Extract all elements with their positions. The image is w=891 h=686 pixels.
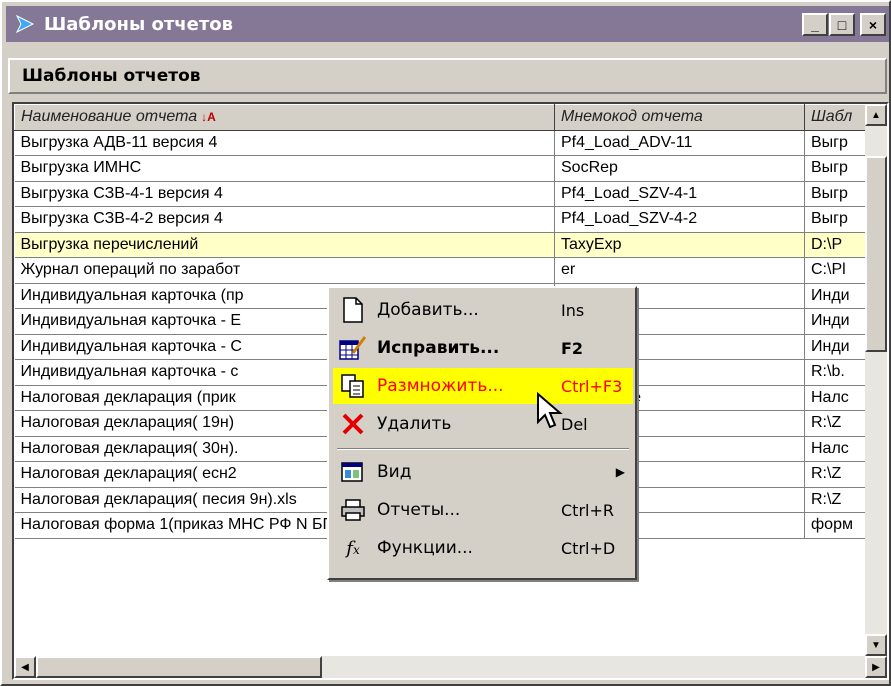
maximize-icon: □	[837, 16, 847, 33]
close-button[interactable]: ×	[860, 13, 886, 36]
copy-icon	[335, 370, 371, 402]
menu-item-duplicate[interactable]: Размножить... Ctrl+F3	[333, 368, 633, 404]
scroll-up-button[interactable]: ▲	[865, 104, 887, 126]
menu-item-reports-shortcut: Ctrl+R	[561, 500, 614, 520]
sort-az-icon[interactable]: ↓A	[201, 110, 216, 124]
cell-mnemocode[interactable]: Pf4_Load_SZV-4-1	[554, 181, 805, 207]
scroll-left-icon: ◀	[21, 661, 29, 673]
table-row[interactable]: Выгрузка АДВ-11 версия 4 Pf4_Load_ADV-11 В…	[14, 130, 887, 156]
scroll-down-icon: ▼	[871, 639, 881, 651]
vertical-scrollbar[interactable]: ▲ ▼	[865, 104, 887, 656]
cell-mnemocode[interactable]: TaxyExp	[554, 232, 805, 258]
minimize-icon: _	[811, 16, 819, 33]
column-header-name[interactable]: Наименование отчета ↓A	[14, 104, 555, 131]
menu-item-reports-label: Отчеты...	[377, 500, 461, 520]
table-row[interactable]: Выгрузка СЗВ-4-1 версия 4 Pf4_Load_SZV-4-…	[14, 181, 887, 207]
window-icon	[12, 11, 38, 37]
column-header-name-label: Наименование отчета	[21, 108, 198, 126]
menu-item-view-label: Вид	[377, 462, 412, 482]
menu-item-delete[interactable]: Удалить Del	[333, 406, 633, 442]
panel-caption: Шаблоны отчетов	[8, 58, 887, 94]
table-row[interactable]: Выгрузка СЗВ-4-2 версия 4 Pf4_Load_SZV-4-…	[14, 206, 887, 233]
menu-item-edit-label: Исправить...	[377, 338, 500, 358]
horizontal-scrollbar[interactable]: ◀ ▶	[14, 656, 887, 678]
minimize-button[interactable]: _	[802, 13, 828, 36]
menu-item-functions-label: Функции...	[377, 538, 473, 558]
table-row[interactable]: Выгрузка ИМНС SocRep Выгр	[14, 155, 887, 182]
close-icon: ×	[868, 16, 878, 33]
vertical-scroll-thumb[interactable]	[865, 156, 887, 352]
menu-separator	[337, 448, 629, 450]
cell-report-name[interactable]: Журнал операций по заработ	[14, 257, 555, 284]
cell-report-name[interactable]: Выгрузка ИМНС	[14, 155, 555, 182]
cell-mnemocode[interactable]: er	[554, 257, 805, 284]
function-icon: fx	[346, 537, 360, 559]
menu-item-duplicate-shortcut: Ctrl+F3	[561, 376, 623, 396]
delete-icon	[335, 408, 371, 440]
menu-item-add-shortcut: Ins	[561, 300, 585, 320]
cell-report-name[interactable]: Выгрузка СЗВ-4-2 версия 4	[14, 206, 555, 233]
panel-caption-label: Шаблоны отчетов	[22, 66, 201, 86]
edit-icon	[335, 332, 371, 364]
cell-report-name[interactable]: Выгрузка АДВ-11 версия 4	[14, 130, 555, 156]
menu-item-functions-shortcut: Ctrl+D	[561, 538, 616, 558]
table-row[interactable]: Журнал операций по заработ er C:\Pl	[14, 257, 887, 284]
window-title: Шаблоны отчетов	[44, 13, 234, 35]
mouse-cursor-icon	[537, 392, 563, 429]
cell-report-name[interactable]: Выгрузка перечислений	[14, 232, 555, 258]
submenu-arrow-icon: ▶	[615, 465, 625, 479]
context-menu: Добавить... Ins Исправить... F2 Размножи…	[327, 286, 637, 580]
menu-item-view[interactable]: Вид ▶	[333, 454, 633, 490]
horizontal-scroll-thumb[interactable]	[36, 656, 322, 678]
menu-item-delete-shortcut: Del	[561, 414, 588, 434]
scroll-left-button[interactable]: ◀	[14, 656, 36, 678]
menu-item-edit[interactable]: Исправить... F2	[333, 330, 633, 366]
maximize-button[interactable]: □	[829, 13, 855, 36]
print-icon	[335, 494, 371, 526]
title-bar[interactable]: Шаблоны отчетов _ □ ×	[6, 6, 889, 42]
cell-mnemocode[interactable]: Pf4_Load_ADV-11	[554, 130, 805, 156]
menu-item-edit-shortcut: F2	[561, 338, 584, 358]
scroll-down-button[interactable]: ▼	[865, 634, 887, 656]
new-document-icon	[335, 294, 371, 326]
scroll-right-icon: ▶	[872, 661, 880, 673]
menu-item-reports[interactable]: Отчеты... Ctrl+R	[333, 492, 633, 528]
menu-item-add[interactable]: Добавить... Ins	[333, 292, 633, 328]
cell-mnemocode[interactable]: SocRep	[554, 155, 805, 182]
menu-item-functions[interactable]: fx Функции... Ctrl+D	[333, 530, 633, 566]
scroll-right-button[interactable]: ▶	[865, 656, 887, 678]
menu-item-delete-label: Удалить	[377, 414, 452, 434]
menu-item-add-label: Добавить...	[377, 300, 479, 320]
table-header-row: Наименование отчета ↓A Мнемокод отчета Ша…	[14, 104, 887, 131]
report-templates-window: Шаблоны отчетов _ □ × Шаблоны отчетов На…	[0, 0, 891, 686]
table-row[interactable]: Выгрузка перечислений TaxyExp D:\P	[14, 232, 887, 258]
column-header-mnemocode[interactable]: Мнемокод отчета	[554, 104, 805, 131]
view-icon	[335, 456, 371, 488]
menu-item-duplicate-label: Размножить...	[377, 376, 504, 396]
cell-report-name[interactable]: Выгрузка СЗВ-4-1 версия 4	[14, 181, 555, 207]
scroll-up-icon: ▲	[871, 109, 881, 121]
cell-mnemocode[interactable]: Pf4_Load_SZV-4-2	[554, 206, 805, 233]
